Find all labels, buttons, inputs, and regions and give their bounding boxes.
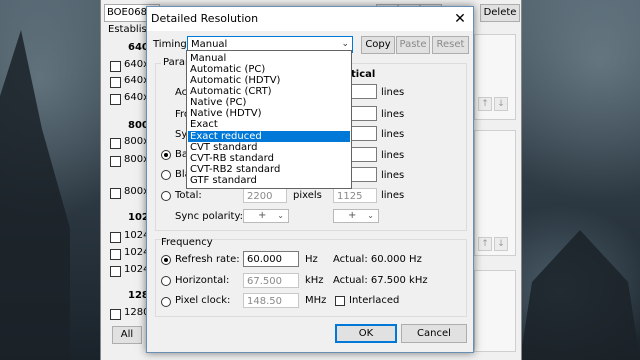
all-button[interactable]: All [112, 326, 142, 344]
checkbox-800-3[interactable] [110, 188, 121, 199]
reset-button[interactable]: Reset [432, 36, 469, 54]
lines-unit: lines [381, 150, 405, 161]
paste-button[interactable]: Paste [396, 36, 430, 54]
pixel-clock-field[interactable]: 148.50 [243, 293, 299, 308]
timing-value: Manual [191, 39, 228, 50]
option-automatic-hdtv[interactable]: Automatic (HDTV) [188, 75, 350, 86]
horizontal-radio[interactable] [161, 276, 171, 286]
polarity-value: + [348, 210, 357, 221]
checkbox-1024-1[interactable] [110, 232, 121, 243]
option-gtf-standard[interactable]: GTF standard [188, 175, 350, 186]
interlaced-checkbox[interactable] [335, 296, 345, 306]
option-cvt-standard[interactable]: CVT standard [188, 142, 350, 153]
total-radio[interactable] [161, 191, 171, 201]
pixels-unit: pixels [293, 190, 322, 201]
checkbox-640-2[interactable] [110, 77, 121, 88]
vertical-total-field[interactable]: 1125 [333, 188, 377, 203]
pixel-clock-label: Pixel clock: [175, 295, 231, 306]
lines-unit: lines [381, 170, 405, 181]
lines-unit: lines [381, 190, 405, 201]
option-automatic-crt[interactable]: Automatic (CRT) [188, 86, 350, 97]
checkbox-1280-1[interactable] [110, 309, 121, 320]
dialog-titlebar[interactable]: Detailed Resolution ✕ [147, 7, 473, 31]
refresh-rate-label: Refresh rate: [175, 254, 240, 265]
bg-arrow-buttons-2[interactable]: ↑ ↓ [478, 237, 510, 251]
delete-button[interactable]: Delete [480, 4, 520, 22]
checkbox-800-1[interactable] [110, 138, 121, 149]
established-label: Establis [108, 24, 147, 35]
back-porch-radio[interactable] [161, 150, 171, 160]
dialog-title: Detailed Resolution [151, 12, 259, 25]
option-exact-reduced[interactable]: Exact reduced [188, 131, 350, 142]
bg-list-box-3[interactable] [474, 270, 516, 352]
total-label: Total: [175, 190, 202, 201]
mhz-unit: MHz [305, 295, 327, 306]
vertical-header: tical [351, 69, 376, 80]
lines-unit: lines [381, 129, 405, 140]
option-native-pc[interactable]: Native (PC) [188, 97, 350, 108]
option-native-hdtv[interactable]: Native (HDTV) [188, 108, 350, 119]
hz-unit: Hz [305, 254, 318, 265]
checkbox-1024-2[interactable] [110, 249, 121, 260]
blanking-radio[interactable] [161, 170, 171, 180]
interlaced-label: Interlaced [349, 295, 400, 306]
option-cvt-rb-standard[interactable]: CVT-RB standard [188, 153, 350, 164]
actual-refresh-text: Actual: 60.000 Hz [333, 254, 422, 265]
horizontal-label: Horizontal: [175, 275, 230, 286]
option-automatic-pc[interactable]: Automatic (PC) [188, 64, 350, 75]
checkbox-640-1[interactable] [110, 61, 121, 72]
checkbox-640-3[interactable] [110, 94, 121, 105]
option-cvt-rb2-standard[interactable]: CVT-RB2 standard [188, 164, 350, 175]
vertical-polarity-select[interactable]: + ⌄ [333, 209, 379, 223]
refresh-rate-field[interactable]: 60.000 [243, 251, 299, 267]
close-icon[interactable]: ✕ [451, 10, 469, 28]
option-exact[interactable]: Exact [188, 119, 350, 130]
refresh-rate-radio[interactable] [161, 255, 171, 265]
actual-horizontal-text: Actual: 67.500 kHz [333, 275, 428, 286]
horizontal-total-field[interactable]: 2200 [243, 188, 287, 203]
sync-polarity-label: Sync polarity: [175, 211, 244, 222]
frequency-label: Frequency [161, 237, 213, 248]
chevron-down-icon: ⌄ [277, 211, 284, 220]
option-manual[interactable]: Manual [188, 53, 350, 64]
lines-unit: lines [381, 109, 405, 120]
khz-unit: kHz [305, 275, 324, 286]
checkbox-800-2[interactable] [110, 156, 121, 167]
bg-arrow-buttons-1[interactable]: ↑ ↓ [478, 97, 510, 111]
horizontal-freq-field[interactable]: 67.500 [243, 273, 299, 288]
lines-unit: lines [381, 87, 405, 98]
horizontal-polarity-select[interactable]: + ⌄ [243, 209, 289, 223]
copy-button[interactable]: Copy [361, 36, 395, 54]
polarity-value: + [258, 210, 267, 221]
chevron-down-icon: ⌄ [367, 211, 374, 220]
timing-label: Timing: [153, 39, 191, 50]
pixel-clock-radio[interactable] [161, 297, 171, 307]
ok-button[interactable]: OK [335, 324, 397, 343]
checkbox-1024-3[interactable] [110, 266, 121, 277]
timing-dropdown-list: Manual Automatic (PC) Automatic (HDTV) A… [186, 50, 352, 189]
cancel-button[interactable]: Cancel [401, 324, 467, 343]
